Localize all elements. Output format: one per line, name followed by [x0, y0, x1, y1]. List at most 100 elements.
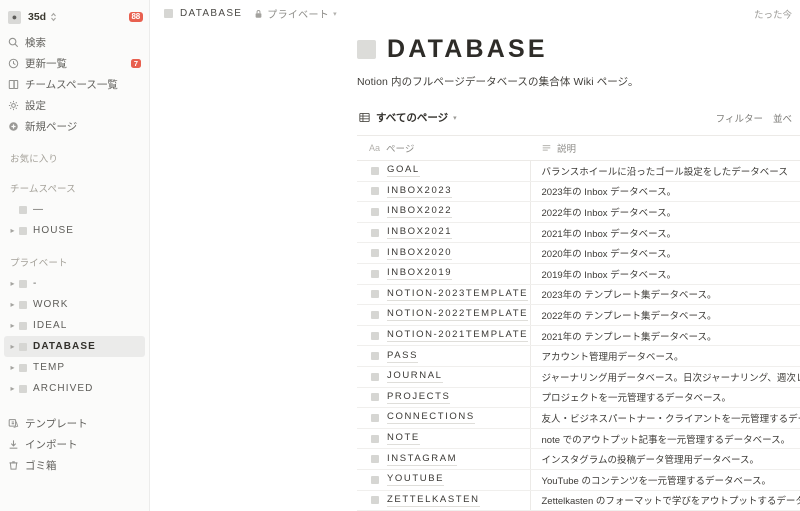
sidebar-item-settings[interactable]: 設定 [4, 95, 145, 116]
cell-page-name[interactable]: JOURNAL [357, 366, 531, 388]
sidebar-item-import[interactable]: インポート [4, 434, 145, 455]
cell-description[interactable]: 2023年の テンプレート集データベース。 [530, 284, 800, 306]
cell-page-name[interactable]: INBOX2022 [357, 201, 531, 223]
table-row[interactable]: INBOX2019 2019年の Inbox データベース。 [357, 263, 800, 285]
cell-description[interactable]: ジャーナリング用データベース。日次ジャーナリング、週次レビュー、月次振り返りの3… [530, 366, 800, 388]
table-row[interactable]: INBOX2021 2021年の Inbox データベース。 [357, 222, 800, 244]
cell-description[interactable]: プロジェクトを一元管理するデータベース。 [530, 387, 800, 409]
sidebar-private-item-work[interactable]: ▸ WORK [4, 294, 145, 315]
table-row[interactable]: NOTION-2022TEMPLATE 2022年の テンプレート集データベース。 [357, 304, 800, 326]
sidebar-private-item-ideal[interactable]: ▸ IDEAL [4, 315, 145, 336]
table-row[interactable]: CONNECTIONS 友人・ビジネスパートナー・クライアントを一元管理するデータ… [357, 407, 800, 429]
table-row[interactable]: ZETTELKASTEN Zettelkasten のフォーマットで学びをアウトプ… [357, 490, 800, 511]
cell-page-name[interactable]: INBOX2021 [357, 222, 531, 244]
table-row[interactable]: PROJECTS プロジェクトを一元管理するデータベース。 [357, 387, 800, 409]
cell-page-name[interactable]: NOTION-2022TEMPLATE [357, 304, 531, 326]
page-link[interactable]: CONNECTIONS [387, 411, 475, 425]
page-link[interactable]: INSTAGRAM [387, 453, 458, 466]
table-row[interactable]: NOTION-2023TEMPLATE 2023年の テンプレート集データベース。 [357, 284, 800, 306]
cell-description[interactable]: アカウント管理用データベース。 [530, 345, 800, 367]
cell-description[interactable]: 2021年の Inbox データベース。 [530, 222, 800, 244]
page-link[interactable]: PROJECTS [387, 391, 451, 404]
cell-description[interactable]: 友人・ビジネスパートナー・クライアントを一元管理するデータベース。 [530, 407, 800, 429]
sidebar-teamspace-item-dash[interactable]: — [4, 199, 145, 220]
cell-description[interactable]: 2022年の Inbox データベース。 [530, 201, 800, 223]
table-row[interactable]: INBOX2023 2023年の Inbox データベース。 [357, 181, 800, 203]
cell-page-name[interactable]: NOTION-2023TEMPLATE [357, 284, 531, 306]
chevron-right-icon[interactable]: ▸ [8, 342, 17, 351]
cell-page-name[interactable]: INBOX2020 [357, 242, 531, 264]
cell-page-name[interactable]: NOTION-2021TEMPLATE [357, 325, 531, 347]
table-row[interactable]: YOUTUBE YouTube のコンテンツを一元管理するデータベース。 [357, 469, 800, 491]
page-link[interactable]: NOTION-2021TEMPLATE [387, 329, 529, 343]
chevron-right-icon[interactable]: ▸ [8, 226, 17, 235]
table-row[interactable]: JOURNAL ジャーナリング用データベース。日次ジャーナリング、週次レビュー、月… [357, 366, 800, 388]
sidebar-item-trash[interactable]: ゴミ箱 [4, 455, 145, 476]
sort-button[interactable]: 並べ [773, 111, 792, 125]
sidebar-item-templates[interactable]: テンプレート [4, 413, 145, 434]
gray-square-icon[interactable] [357, 40, 376, 59]
sidebar-private-item-dash[interactable]: ▸ - [4, 273, 145, 294]
page-link[interactable]: ZETTELKASTEN [387, 494, 480, 507]
sidebar-private-item-archived[interactable]: ▸ ARCHIVED [4, 378, 145, 399]
cell-page-name[interactable]: INBOX2023 [357, 181, 531, 203]
page-link[interactable]: GOAL [387, 164, 420, 178]
cell-description[interactable]: 2019年の Inbox データベース。 [530, 263, 800, 285]
cell-page-name[interactable]: CONNECTIONS [357, 407, 531, 429]
chevron-right-icon[interactable]: ▸ [8, 384, 17, 393]
sidebar-item-search[interactable]: 検索 [4, 32, 145, 53]
sidebar-private-item-database[interactable]: ▸ DATABASE [4, 336, 145, 357]
page-link[interactable]: JOURNAL [387, 370, 443, 384]
table-row[interactable]: INSTAGRAM インスタグラムの投稿データ管理用データベース。 [357, 448, 800, 470]
cell-description[interactable]: 2023年の Inbox データベース。 [530, 181, 800, 203]
cell-page-name[interactable]: INBOX2019 [357, 263, 531, 285]
cell-page-name[interactable]: ZETTELKASTEN [357, 490, 531, 511]
filter-button[interactable]: フィルター [716, 111, 763, 125]
page-link[interactable]: INBOX2021 [387, 226, 453, 240]
page-link[interactable]: NOTION-2022TEMPLATE [387, 308, 529, 322]
breadcrumb-privacy-label[interactable]: プライベート [267, 6, 329, 21]
page-link[interactable]: NOTE [387, 432, 420, 446]
page-link[interactable]: INBOX2020 [387, 247, 453, 260]
cell-description[interactable]: 2020年の Inbox データベース。 [530, 242, 800, 264]
cell-description[interactable]: 2021年の テンプレート集データベース。 [530, 325, 800, 347]
cell-description[interactable]: バランスホイールに沿ったゴール設定をしたデータベース [530, 160, 800, 182]
chevron-down-icon[interactable]: ▾ [333, 10, 337, 18]
column-header-description[interactable]: 説明 [530, 135, 800, 161]
workspace-switcher[interactable]: ● 35d 88 [6, 6, 145, 28]
sidebar-private-item-temp[interactable]: ▸ TEMP [4, 357, 145, 378]
table-row[interactable]: NOTION-2021TEMPLATE 2021年の テンプレート集データベース。 [357, 325, 800, 347]
sidebar-item-updates[interactable]: 更新一覧 7 [4, 53, 145, 74]
cell-description[interactable]: Zettelkasten のフォーマットで学びをアウトプットするデータベース。（… [530, 490, 800, 511]
chevron-down-icon[interactable]: ▾ [453, 114, 457, 122]
chevron-right-icon[interactable]: ▸ [8, 321, 17, 330]
page-link[interactable]: INBOX2019 [387, 267, 453, 281]
sidebar-item-teamspaces[interactable]: チームスペース一覧 [4, 74, 145, 95]
sidebar-item-new-page[interactable]: 新規ページ [4, 116, 145, 137]
table-row[interactable]: INBOX2020 2020年の Inbox データベース。 [357, 242, 800, 264]
column-header-page[interactable]: Aa ページ [357, 135, 530, 161]
cell-description[interactable]: インスタグラムの投稿データ管理用データベース。 [530, 448, 800, 470]
cell-description[interactable]: note でのアウトプット記事を一元管理するデータベース。 [530, 428, 800, 450]
page-link[interactable]: YOUTUBE [387, 473, 445, 487]
page-link[interactable]: NOTION-2023TEMPLATE [387, 288, 529, 301]
cell-page-name[interactable]: YOUTUBE [357, 469, 531, 491]
page-link[interactable]: INBOX2022 [387, 205, 453, 219]
page-link[interactable]: INBOX2023 [387, 185, 453, 198]
view-tab-all-pages[interactable]: すべてのページ ▾ [357, 108, 459, 127]
cell-page-name[interactable]: NOTE [357, 428, 531, 450]
chevron-right-icon[interactable]: ▸ [8, 300, 17, 309]
table-row[interactable]: INBOX2022 2022年の Inbox データベース。 [357, 201, 800, 223]
cell-page-name[interactable]: INSTAGRAM [357, 448, 531, 470]
table-row[interactable]: NOTE note でのアウトプット記事を一元管理するデータベース。 [357, 428, 800, 450]
cell-page-name[interactable]: GOAL [357, 160, 531, 182]
sidebar-teamspace-item-house[interactable]: ▸ HOUSE [4, 220, 145, 241]
cell-description[interactable]: YouTube のコンテンツを一元管理するデータベース。 [530, 469, 800, 491]
cell-page-name[interactable]: PASS [357, 345, 531, 367]
chevron-right-icon[interactable]: ▸ [8, 363, 17, 372]
cell-description[interactable]: 2022年の テンプレート集データベース。 [530, 304, 800, 326]
table-row[interactable]: PASS アカウント管理用データベース。 [357, 345, 800, 367]
chevron-right-icon[interactable]: ▸ [8, 279, 17, 288]
table-row[interactable]: GOAL バランスホイールに沿ったゴール設定をしたデータベース [357, 160, 800, 182]
page-link[interactable]: PASS [387, 350, 419, 363]
